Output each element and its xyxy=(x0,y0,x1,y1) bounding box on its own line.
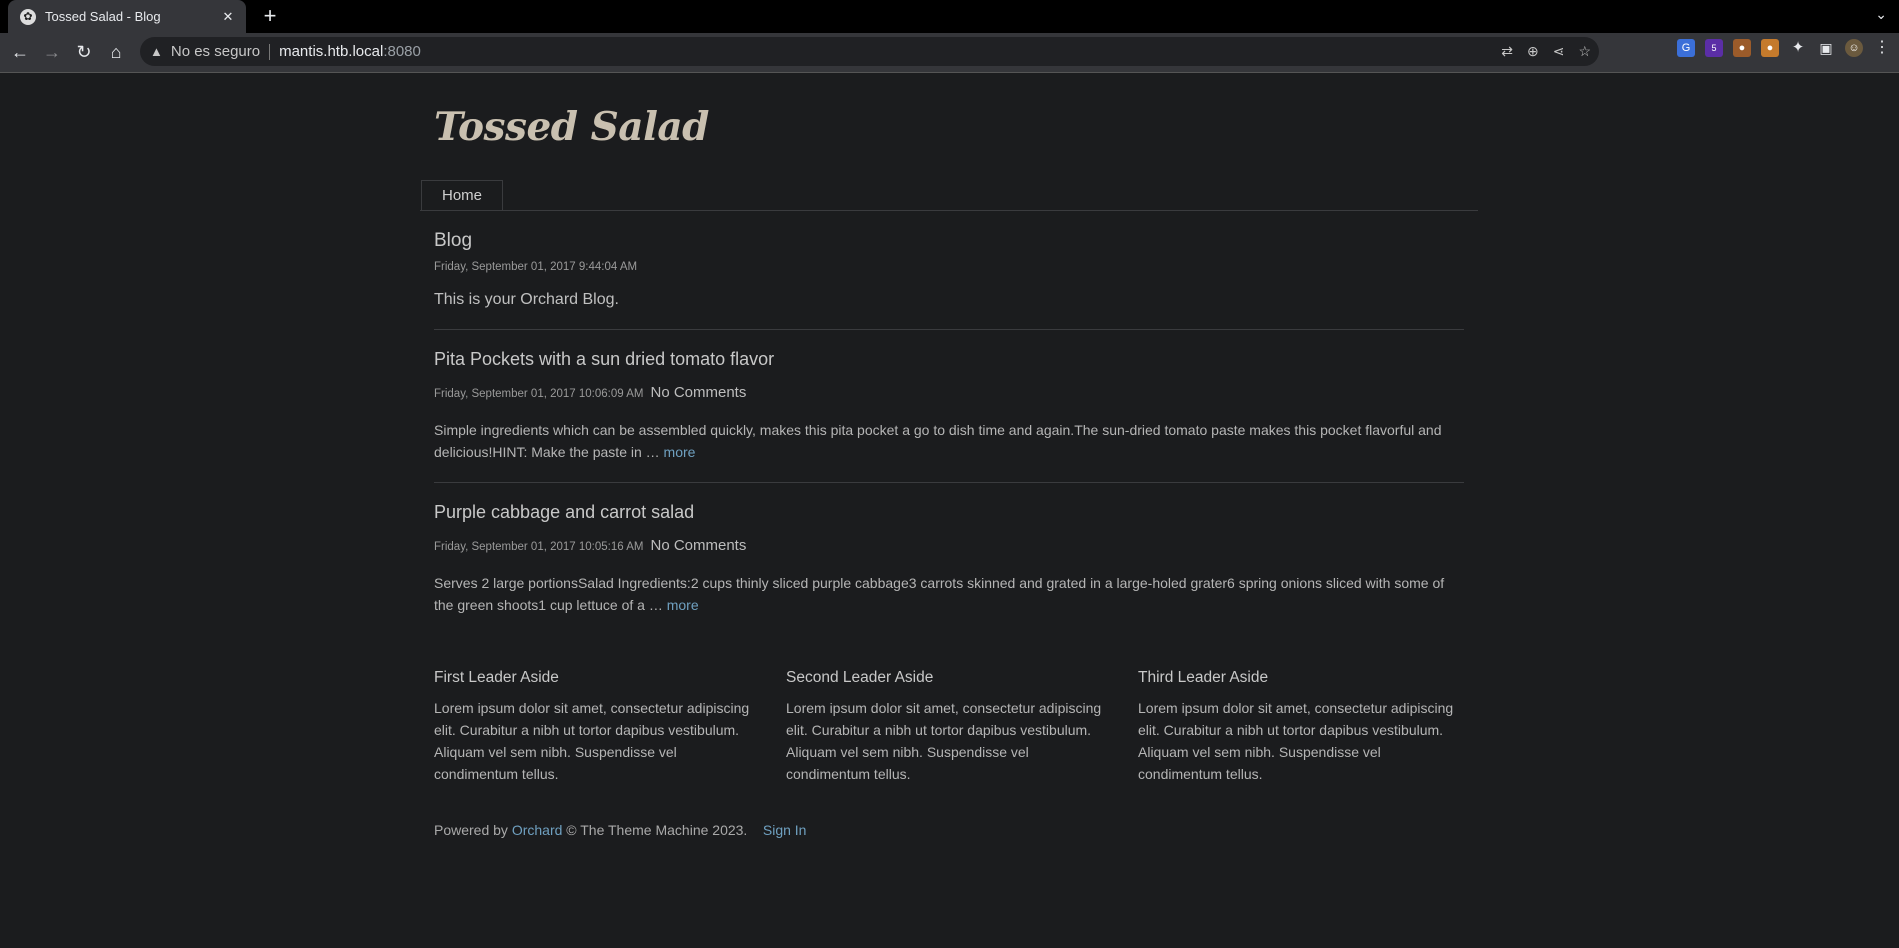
sign-in-link[interactable]: Sign In xyxy=(763,822,807,838)
footer: Powered by Orchard © The Theme Machine 2… xyxy=(434,822,806,838)
plus-icon[interactable]: + xyxy=(258,4,282,28)
extension-badge: 5 xyxy=(1711,43,1717,53)
star-icon[interactable]: ☆ xyxy=(1578,43,1591,60)
menu-icon[interactable]: ⋮ xyxy=(1873,39,1891,57)
aside-text: Lorem ipsum dolor sit amet, consectetur … xyxy=(786,700,1102,782)
post-date: Friday, September 01, 2017 10:06:09 AM xyxy=(434,388,644,400)
security-label[interactable]: No es seguro xyxy=(171,43,260,60)
sidepanel-icon[interactable]: ▣ xyxy=(1817,39,1835,57)
aside-title: First Leader Aside xyxy=(434,669,559,686)
more-link[interactable]: more xyxy=(664,444,696,460)
tab-title: Tossed Salad - Blog xyxy=(45,9,161,24)
site-title[interactable]: Tossed Salad xyxy=(434,104,709,150)
orchard-favicon-icon: ✿ xyxy=(20,8,36,25)
blog-heading: Blog xyxy=(434,230,473,251)
aside-title: Second Leader Aside xyxy=(786,669,934,686)
warning-icon[interactable]: ▲ xyxy=(150,44,163,59)
extensions-icon[interactable]: ✦ xyxy=(1789,39,1807,57)
tab-strip: ✿ Tossed Salad - Blog ✕ + ⌄ xyxy=(0,0,1899,33)
url-host: mantis.htb.local xyxy=(279,43,384,60)
chevron-down-icon[interactable]: ⌄ xyxy=(1875,6,1887,23)
aside-title: Third Leader Aside xyxy=(1138,669,1269,686)
more-link[interactable]: more xyxy=(667,597,699,613)
powered-by-text: Powered by xyxy=(434,822,512,838)
post-comments: No Comments xyxy=(650,537,747,554)
main-nav: Home xyxy=(420,180,1478,211)
reload-icon[interactable]: ↻ xyxy=(68,37,100,69)
first-leader-aside: First Leader Aside Lorem ipsum dolor sit… xyxy=(434,669,764,785)
page: Tossed Salad Home Blog Friday, September… xyxy=(0,73,1899,948)
post-date: Friday, September 01, 2017 10:05:16 AM xyxy=(434,541,644,553)
divider xyxy=(434,329,1464,330)
extensions-area: G 5 ● ● ✦ ▣ ☺ ⋮ xyxy=(1677,39,1891,57)
post-meta: Friday, September 01, 2017 10:05:16 AM N… xyxy=(434,537,746,554)
translate-icon[interactable]: ⇄ xyxy=(1501,43,1513,60)
post-excerpt-text: Simple ingredients which can be assemble… xyxy=(434,422,1442,460)
address-bar[interactable]: ▲ No es seguro mantis.htb.local :8080 ⇄ … xyxy=(140,37,1599,66)
close-icon[interactable]: ✕ xyxy=(220,9,236,25)
nav-item-home[interactable]: Home xyxy=(421,180,503,210)
post-title-link[interactable]: Pita Pockets with a sun dried tomato fla… xyxy=(434,349,774,370)
blog-date: Friday, September 01, 2017 9:44:04 AM xyxy=(434,261,638,273)
aside-text: Lorem ipsum dolor sit amet, consectetur … xyxy=(1138,700,1454,782)
post-comments: No Comments xyxy=(650,384,747,401)
extension-badge-icon[interactable]: 5 xyxy=(1705,39,1723,57)
omnibox-actions: ⇄ ⊕ ⋖ ☆ xyxy=(1501,43,1591,60)
post-meta: Friday, September 01, 2017 10:06:09 AM N… xyxy=(434,384,746,401)
forward-icon[interactable]: → xyxy=(36,37,68,69)
cookie-icon[interactable]: ● xyxy=(1733,39,1751,57)
cookie-editor-icon[interactable]: ● xyxy=(1761,39,1779,57)
blog-description: This is your Orchard Blog. xyxy=(434,291,619,308)
share-icon[interactable]: ⋖ xyxy=(1553,43,1565,60)
third-leader-aside: Third Leader Aside Lorem ipsum dolor sit… xyxy=(1138,669,1468,785)
post-excerpt: Simple ingredients which can be assemble… xyxy=(434,419,1464,463)
second-leader-aside: Second Leader Aside Lorem ipsum dolor si… xyxy=(786,669,1116,785)
home-icon[interactable]: ⌂ xyxy=(100,37,132,69)
orchard-link[interactable]: Orchard xyxy=(512,822,563,838)
zoom-icon[interactable]: ⊕ xyxy=(1527,43,1539,60)
copyright-text: © The Theme Machine 2023. xyxy=(562,822,748,838)
profile-avatar[interactable]: ☺ xyxy=(1845,39,1863,57)
divider xyxy=(434,482,1464,483)
post-excerpt: Serves 2 large portionsSalad Ingredients… xyxy=(434,572,1464,616)
back-icon[interactable]: ← xyxy=(4,37,36,69)
post-title-link[interactable]: Purple cabbage and carrot salad xyxy=(434,502,694,523)
url-port: :8080 xyxy=(383,43,421,60)
browser-toolbar: ← → ↻ ⌂ ▲ No es seguro mantis.htb.local … xyxy=(0,33,1899,73)
browser-tab[interactable]: ✿ Tossed Salad - Blog ✕ xyxy=(8,0,246,33)
translator-extension-icon[interactable]: G xyxy=(1677,39,1695,57)
post-excerpt-text: Serves 2 large portionsSalad Ingredients… xyxy=(434,575,1445,613)
divider xyxy=(269,43,271,60)
aside-text: Lorem ipsum dolor sit amet, consectetur … xyxy=(434,700,750,782)
